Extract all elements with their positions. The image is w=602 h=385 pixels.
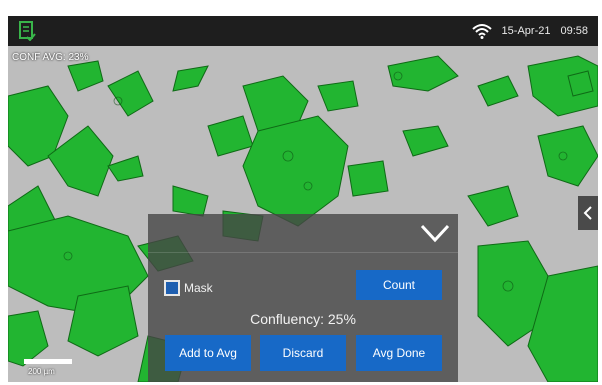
confluency-readout: Confluency: 25% [250, 311, 356, 327]
panel-divider [148, 252, 458, 253]
mask-toggle[interactable]: Mask [164, 280, 213, 296]
chevron-down-icon [420, 224, 450, 243]
status-area: 15-Apr-21 09:58 [471, 16, 588, 46]
count-panel: Mask Count Confluency: 25% Add to Avg Di… [148, 214, 458, 382]
document-check-icon [19, 21, 36, 41]
avg-done-button[interactable]: Avg Done [356, 335, 442, 371]
scale-bar-label: 200 µm [28, 367, 55, 376]
side-panel-toggle[interactable] [578, 196, 598, 230]
collapse-panel-button[interactable] [418, 218, 452, 248]
count-button[interactable]: Count [356, 270, 442, 300]
menu-button[interactable] [16, 20, 38, 42]
confluency-average-readout: CONF AVG: 23% [12, 52, 89, 63]
mask-checkbox[interactable] [164, 280, 180, 296]
wifi-icon [471, 24, 492, 39]
time-text: 09:58 [560, 25, 588, 37]
date-text: 15-Apr-21 [501, 25, 551, 37]
add-to-avg-button[interactable]: Add to Avg [165, 335, 251, 371]
chevron-left-icon [583, 206, 592, 220]
discard-button[interactable]: Discard [260, 335, 346, 371]
mask-label: Mask [184, 281, 213, 295]
scale-bar [24, 359, 72, 364]
device-screen: 15-Apr-21 09:58 CONF AVG: 23% 200 µm Mas… [8, 16, 598, 382]
status-bar: 15-Apr-21 09:58 [8, 16, 598, 46]
